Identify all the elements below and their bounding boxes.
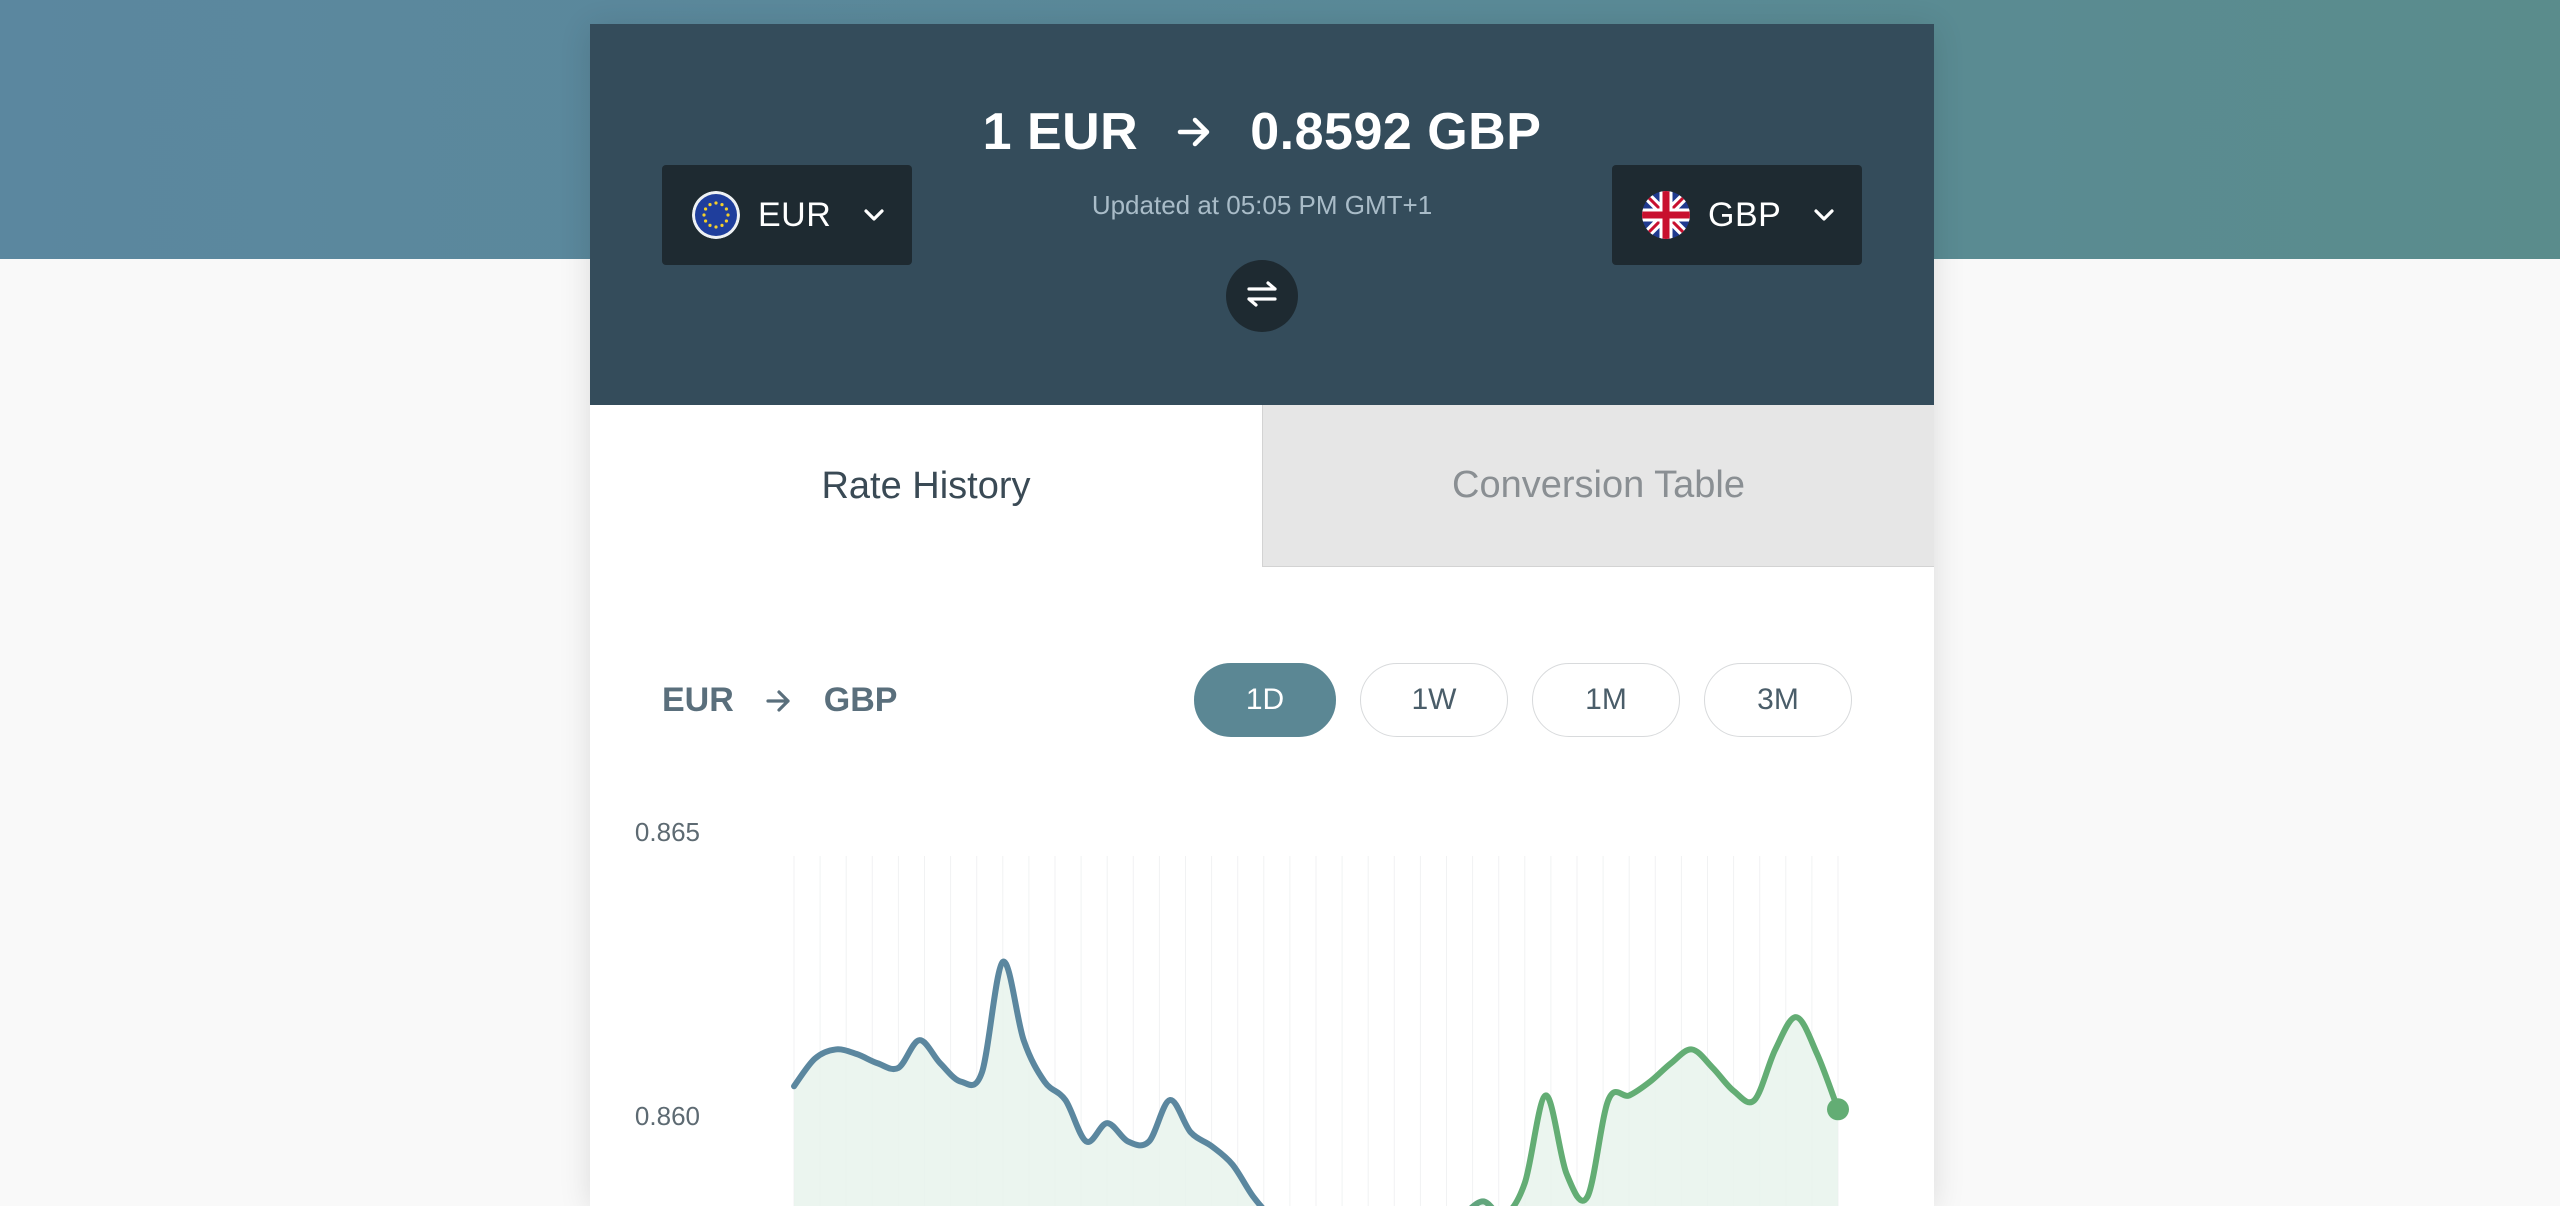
converter-card: EUR 1 EUR 0.8592 GBP Updated at 05:05 PM…	[590, 24, 1934, 1206]
range-1d-button[interactable]: 1D	[1194, 663, 1336, 737]
range-3m-button[interactable]: 3M	[1704, 663, 1852, 737]
uk-flag-icon	[1642, 191, 1690, 239]
rate-history-chart	[791, 856, 1849, 1206]
view-tabs: Rate History Conversion Table	[590, 405, 1934, 567]
to-currency-select[interactable]: GBP	[1612, 165, 1862, 265]
converter-header: EUR 1 EUR 0.8592 GBP Updated at 05:05 PM…	[590, 24, 1934, 405]
rate-from-amount: 1 EUR	[982, 103, 1139, 161]
swap-arrows-icon	[1243, 279, 1281, 314]
exchange-rate: 1 EUR 0.8592 GBP	[590, 102, 1934, 162]
arrow-right-icon	[764, 686, 794, 716]
arrow-right-icon	[1174, 112, 1214, 152]
chevron-down-icon	[1812, 203, 1836, 232]
swap-currencies-button[interactable]	[1226, 260, 1298, 332]
range-1m-button[interactable]: 1M	[1532, 663, 1680, 737]
tab-conversion-table[interactable]: Conversion Table	[1262, 405, 1934, 567]
tab-rate-history[interactable]: Rate History	[590, 405, 1262, 567]
to-currency-code: GBP	[1708, 195, 1782, 234]
rate-to-amount: 0.8592 GBP	[1250, 103, 1542, 161]
chart-pair-label: EUR GBP	[662, 681, 897, 720]
range-1w-button[interactable]: 1W	[1360, 663, 1508, 737]
latest-rate-point	[1827, 1098, 1849, 1121]
pair-from-code: EUR	[662, 681, 734, 719]
pair-to-code: GBP	[823, 681, 898, 719]
